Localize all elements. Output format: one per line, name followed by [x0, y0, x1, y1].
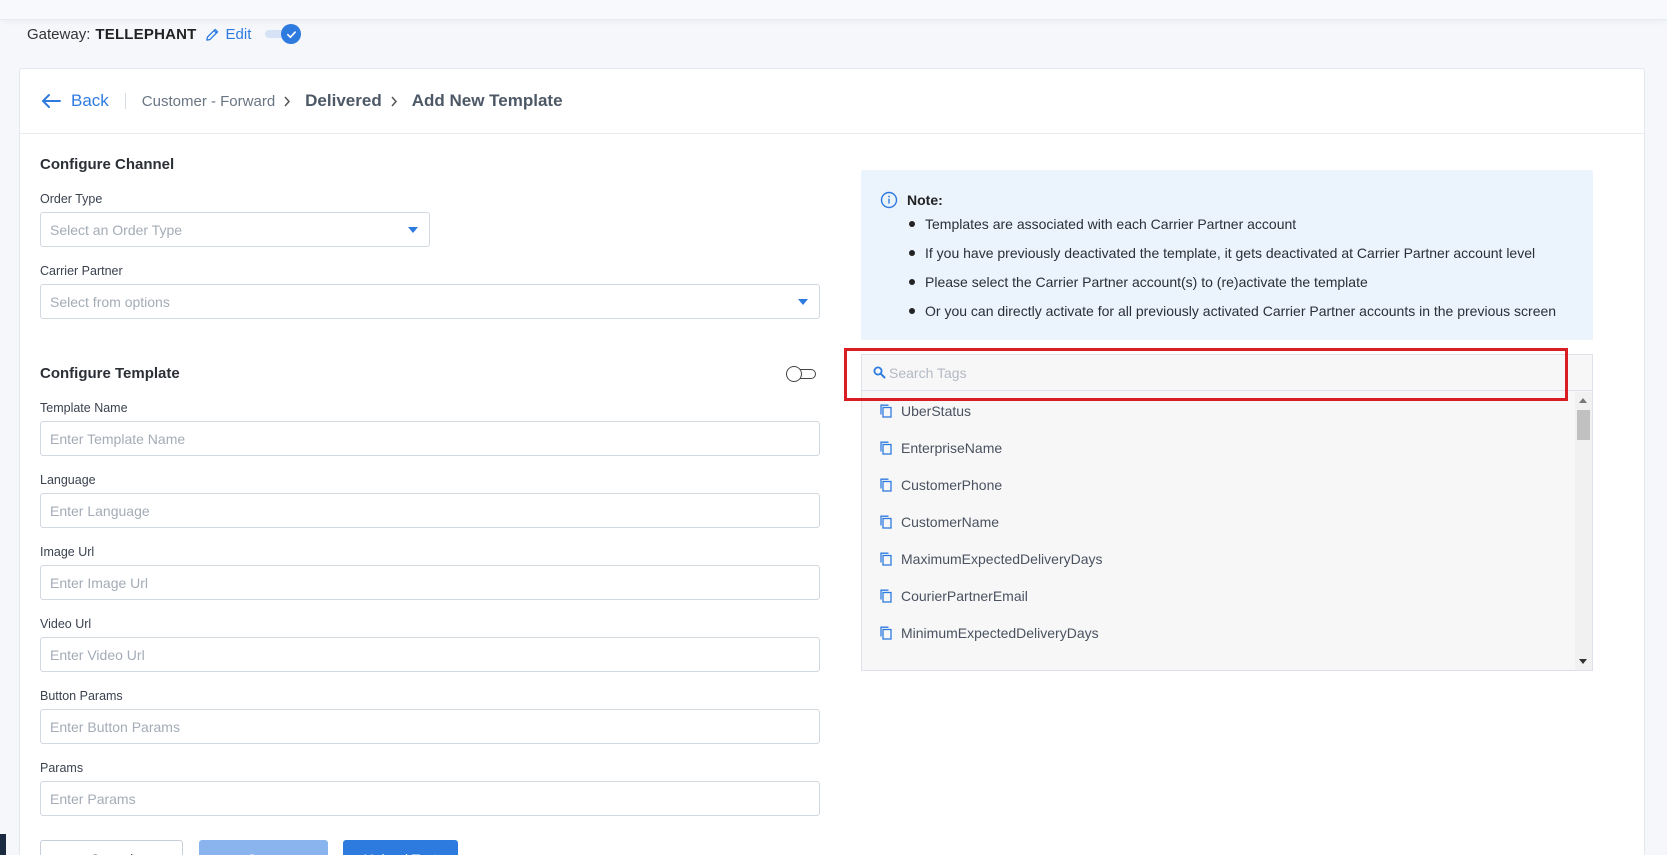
button-params-input[interactable]: Enter Button Params	[40, 709, 820, 744]
chevron-down-icon	[408, 227, 418, 233]
button-params-label: Button Params	[40, 689, 123, 703]
copy-icon	[880, 626, 892, 640]
language-label: Language	[40, 473, 96, 487]
note-item: If you have previously deactivated the t…	[909, 243, 1556, 272]
note-item: Or you can directly activate for all pre…	[909, 301, 1556, 330]
template-card: Back Customer - Forward Delivered Add Ne…	[19, 68, 1645, 855]
gateway-name: TELLEPHANT	[95, 25, 197, 43]
tags-panel: Search Tags UberStatus EnterpriseName Cu…	[861, 354, 1593, 671]
chevron-right-icon	[391, 96, 397, 106]
order-type-label: Order Type	[40, 192, 103, 206]
edit-gateway-button[interactable]: Edit	[205, 25, 252, 43]
tag-item[interactable]: CustomerName	[862, 503, 1574, 540]
note-item: Please select the Carrier Partner accoun…	[909, 272, 1556, 301]
pencil-icon	[205, 28, 218, 41]
template-name-label: Template Name	[40, 401, 128, 415]
video-url-label: Video Url	[40, 617, 92, 631]
gateway-label: Gateway:	[27, 25, 91, 43]
search-icon	[873, 366, 886, 379]
arrow-left-icon	[42, 94, 61, 108]
copy-icon	[880, 515, 892, 529]
copy-icon	[880, 404, 892, 418]
configure-template-title: Configure Template	[40, 365, 180, 382]
configure-template-toggle[interactable]	[786, 366, 816, 382]
template-name-input[interactable]: Enter Template Name	[40, 421, 820, 456]
order-type-select[interactable]: Select an Order Type	[40, 212, 430, 247]
breadcrumb-item-customer-forward[interactable]: Customer - Forward	[142, 93, 305, 110]
video-url-input[interactable]: Enter Video Url	[40, 637, 820, 672]
carrier-partner-select[interactable]: Select from options	[40, 284, 820, 319]
check-icon	[286, 30, 296, 38]
note-item: Templates are associated with each Carri…	[909, 214, 1556, 243]
gateway-toggle[interactable]	[265, 24, 302, 44]
chevron-down-icon	[798, 299, 808, 305]
note-list: Templates are associated with each Carri…	[909, 214, 1556, 330]
chevron-right-icon	[284, 96, 291, 106]
breadcrumb-divider	[124, 93, 126, 109]
tag-item[interactable]: UberStatus	[862, 392, 1574, 429]
scroll-down-icon[interactable]	[1579, 659, 1587, 664]
tag-item[interactable]: EnterpriseName	[862, 429, 1574, 466]
tag-list: UberStatus EnterpriseName CustomerPhone …	[862, 392, 1574, 651]
params-input[interactable]: Enter Params	[40, 781, 820, 816]
copy-icon	[880, 552, 892, 566]
configure-channel-title: Configure Channel	[40, 156, 175, 173]
edit-label: Edit	[225, 25, 252, 43]
corner-mark	[0, 834, 6, 855]
tag-item[interactable]: MaximumExpectedDeliveryDays	[862, 540, 1574, 577]
image-url-input[interactable]: Enter Image Url	[40, 565, 820, 600]
gateway-row: Gateway: TELLEPHANT Edit	[27, 23, 302, 45]
copy-icon	[880, 478, 892, 492]
tag-item[interactable]: CourierPartnerEmail	[862, 577, 1574, 614]
cancel-button[interactable]: Cancel	[40, 840, 183, 855]
params-label: Params	[40, 761, 84, 775]
scroll-up-icon[interactable]	[1579, 398, 1587, 403]
copy-icon	[880, 589, 892, 603]
scroll-thumb[interactable]	[1577, 410, 1590, 440]
tag-item[interactable]: CustomerPhone	[862, 466, 1574, 503]
back-label: Back	[71, 91, 109, 110]
image-url-label: Image Url	[40, 545, 95, 559]
note-panel: Note: Templates are associated with each…	[861, 170, 1593, 340]
top-bar	[0, 0, 1667, 20]
tag-list-scrollbar[interactable]	[1575, 392, 1592, 670]
copy-icon	[880, 441, 892, 455]
carrier-partner-label: Carrier Partner	[40, 264, 123, 278]
tag-item[interactable]: MinimumExpectedDeliveryDays	[862, 614, 1574, 651]
breadcrumb-item-delivered[interactable]: Delivered	[305, 91, 412, 111]
info-icon	[880, 191, 898, 209]
breadcrumb: Back Customer - Forward Delivered Add Ne…	[20, 69, 1644, 134]
save-button[interactable]: Save	[199, 840, 328, 855]
note-header: Note:	[880, 191, 943, 209]
search-tags-input[interactable]: Search Tags	[862, 355, 1592, 391]
back-button[interactable]: Back	[41, 91, 109, 111]
language-input[interactable]: Enter Language	[40, 493, 820, 528]
breadcrumb-item-current: Add New Template	[411, 91, 563, 110]
upload-test-button[interactable]: Upload Test	[343, 840, 458, 855]
